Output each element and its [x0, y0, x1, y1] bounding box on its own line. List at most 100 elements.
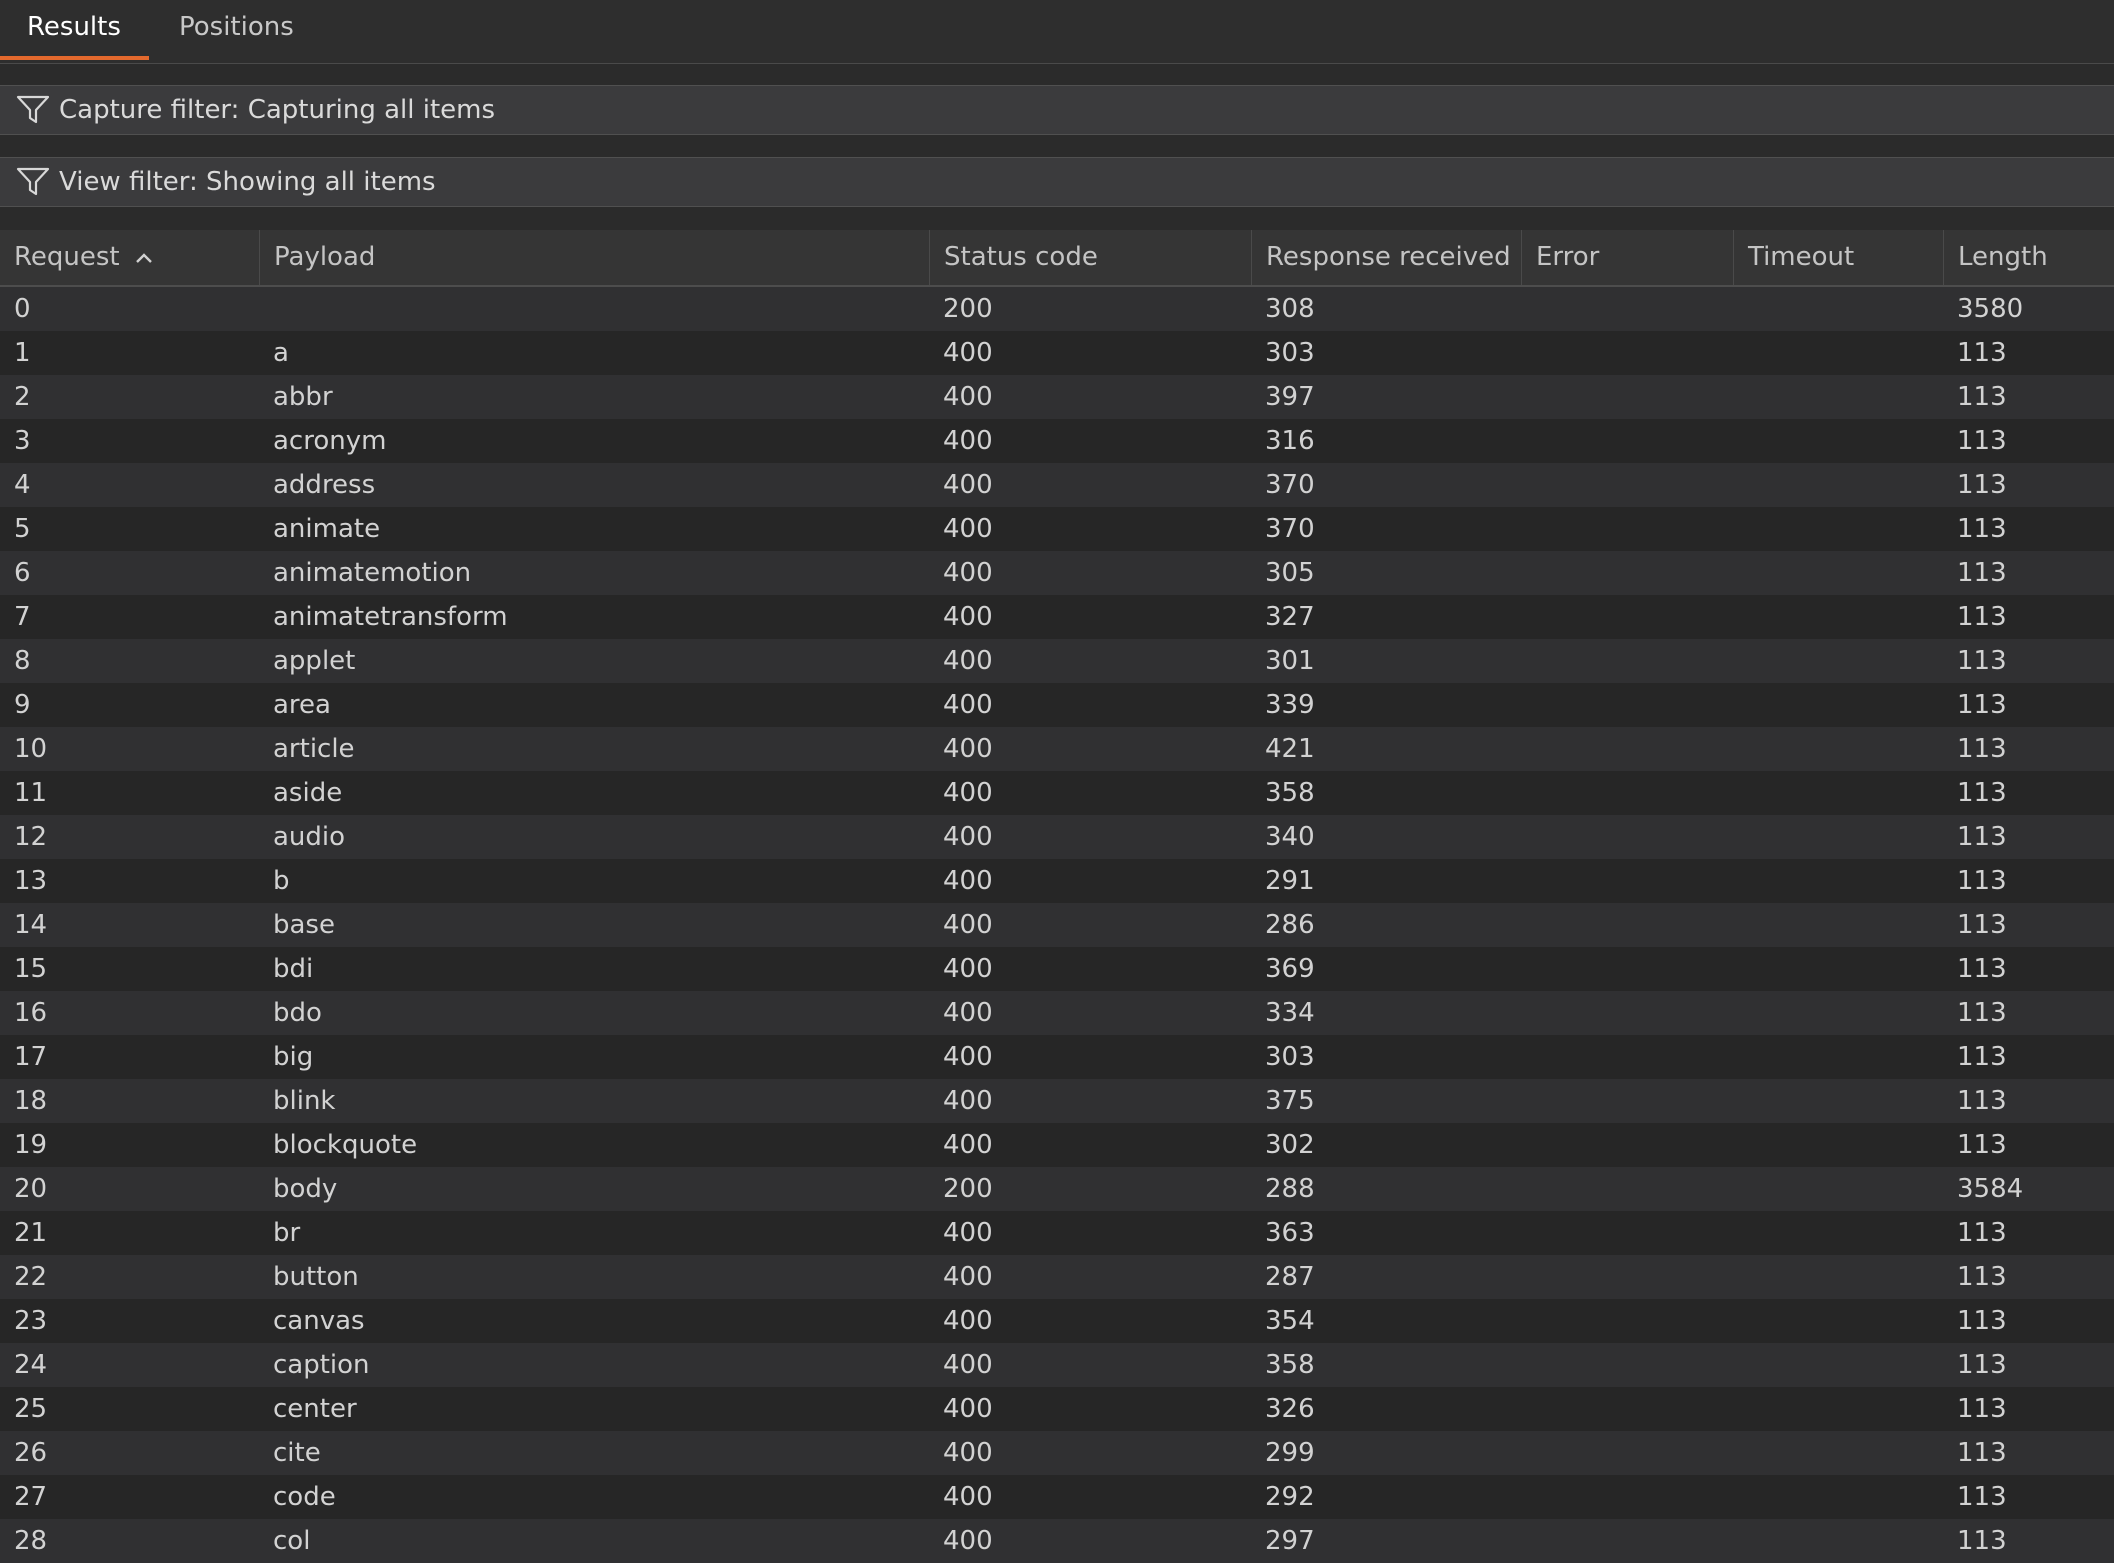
request-cell: 17	[14, 1042, 48, 1072]
table-row[interactable]: 13 b 400 291 113	[0, 859, 2114, 903]
response-received-cell: 340	[1265, 822, 1315, 852]
response-received-cell: 370	[1265, 470, 1315, 500]
response-received-cell: 326	[1265, 1394, 1315, 1424]
request-cell: 28	[14, 1526, 48, 1556]
length-cell: 113	[1957, 558, 2007, 588]
response-received-cell: 286	[1265, 910, 1315, 940]
length-cell: 113	[1957, 514, 2007, 544]
response-received-cell: 299	[1265, 1438, 1315, 1468]
response-received-cell: 302	[1265, 1130, 1315, 1160]
table-row[interactable]: 10 article 400 421 113	[0, 727, 2114, 771]
status-code-cell: 400	[943, 1482, 993, 1512]
funnel-icon	[16, 167, 50, 196]
response-received-cell: 421	[1265, 734, 1315, 764]
status-code-cell: 400	[943, 602, 993, 632]
payload-cell: abbr	[273, 382, 333, 412]
column-header-request[interactable]: Request	[0, 230, 266, 285]
table-row[interactable]: 9 area 400 339 113	[0, 683, 2114, 727]
table-body: 0 200 308 3580 1 a 400 303 113 2 abbr 400 397 113 3 acr…	[0, 287, 2114, 1563]
response-received-cell: 297	[1265, 1526, 1315, 1556]
column-header-response-received[interactable]: Response received	[1251, 230, 1528, 285]
column-header-payload[interactable]: Payload	[259, 230, 936, 285]
table-row[interactable]: 4 address 400 370 113	[0, 463, 2114, 507]
status-code-cell: 400	[943, 822, 993, 852]
response-received-cell: 287	[1265, 1262, 1315, 1292]
table-row[interactable]: 14 base 400 286 113	[0, 903, 2114, 947]
table-row[interactable]: 7 animatetransform 400 327 113	[0, 595, 2114, 639]
request-cell: 19	[14, 1130, 48, 1160]
payload-cell: blink	[273, 1086, 336, 1116]
capture-filter-bar[interactable]: Capture filter: Capturing all items	[0, 85, 2114, 135]
length-cell: 113	[1957, 338, 2007, 368]
status-code-cell: 400	[943, 1262, 993, 1292]
table-row[interactable]: 0 200 308 3580	[0, 287, 2114, 331]
table-row[interactable]: 22 button 400 287 113	[0, 1255, 2114, 1299]
status-code-cell: 400	[943, 690, 993, 720]
length-cell: 113	[1957, 998, 2007, 1028]
table-row[interactable]: 8 applet 400 301 113	[0, 639, 2114, 683]
table-row[interactable]: 5 animate 400 370 113	[0, 507, 2114, 551]
column-header-timeout[interactable]: Timeout	[1733, 230, 1950, 285]
length-cell: 113	[1957, 602, 2007, 632]
table-row[interactable]: 18 blink 400 375 113	[0, 1079, 2114, 1123]
table-row[interactable]: 15 bdi 400 369 113	[0, 947, 2114, 991]
length-cell: 113	[1957, 1306, 2007, 1336]
table-row[interactable]: 12 audio 400 340 113	[0, 815, 2114, 859]
tab-positions-label: Positions	[179, 12, 294, 42]
response-received-cell: 308	[1265, 294, 1315, 324]
response-received-cell: 397	[1265, 382, 1315, 412]
request-cell: 3	[14, 426, 31, 456]
view-filter-bar[interactable]: View filter: Showing all items	[0, 157, 2114, 207]
table-row[interactable]: 3 acronym 400 316 113	[0, 419, 2114, 463]
table-row[interactable]: 27 code 400 292 113	[0, 1475, 2114, 1519]
payload-cell: article	[273, 734, 355, 764]
table-row[interactable]: 21 br 400 363 113	[0, 1211, 2114, 1255]
view-filter-label: View filter: Showing all items	[59, 167, 436, 197]
response-received-cell: 354	[1265, 1306, 1315, 1336]
status-code-cell: 400	[943, 1350, 993, 1380]
response-received-cell: 301	[1265, 646, 1315, 676]
length-cell: 3580	[1957, 294, 2024, 324]
request-cell: 27	[14, 1482, 48, 1512]
request-cell: 21	[14, 1218, 48, 1248]
request-cell: 4	[14, 470, 31, 500]
table-row[interactable]: 24 caption 400 358 113	[0, 1343, 2114, 1387]
payload-cell: bdo	[273, 998, 322, 1028]
column-header-status-code[interactable]: Status code	[929, 230, 1258, 285]
column-header-timeout-label: Timeout	[1748, 242, 1855, 272]
request-cell: 16	[14, 998, 48, 1028]
table-row[interactable]: 25 center 400 326 113	[0, 1387, 2114, 1431]
response-received-cell: 303	[1265, 1042, 1315, 1072]
status-code-cell: 400	[943, 382, 993, 412]
chevron-up-icon	[136, 252, 152, 263]
table-row[interactable]: 26 cite 400 299 113	[0, 1431, 2114, 1475]
table-row[interactable]: 6 animatemotion 400 305 113	[0, 551, 2114, 595]
table-row[interactable]: 20 body 200 288 3584	[0, 1167, 2114, 1211]
table-row[interactable]: 2 abbr 400 397 113	[0, 375, 2114, 419]
table-row[interactable]: 1 a 400 303 113	[0, 331, 2114, 375]
status-code-cell: 400	[943, 338, 993, 368]
table-row[interactable]: 11 aside 400 358 113	[0, 771, 2114, 815]
payload-cell: animatemotion	[273, 558, 472, 588]
request-cell: 7	[14, 602, 31, 632]
response-received-cell: 327	[1265, 602, 1315, 632]
request-cell: 1	[14, 338, 31, 368]
status-code-cell: 400	[943, 1438, 993, 1468]
table-row[interactable]: 17 big 400 303 113	[0, 1035, 2114, 1079]
table-row[interactable]: 23 canvas 400 354 113	[0, 1299, 2114, 1343]
response-received-cell: 305	[1265, 558, 1315, 588]
tab-results[interactable]: Results	[0, 0, 149, 60]
table-row[interactable]: 16 bdo 400 334 113	[0, 991, 2114, 1035]
column-header-length[interactable]: Length	[1943, 230, 2114, 285]
request-cell: 13	[14, 866, 48, 896]
response-received-cell: 339	[1265, 690, 1315, 720]
column-header-error[interactable]: Error	[1521, 230, 1740, 285]
table-row[interactable]: 28 col 400 297 113	[0, 1519, 2114, 1563]
request-cell: 24	[14, 1350, 48, 1380]
length-cell: 113	[1957, 646, 2007, 676]
table-row[interactable]: 19 blockquote 400 302 113	[0, 1123, 2114, 1167]
payload-cell: base	[273, 910, 335, 940]
payload-cell: button	[273, 1262, 359, 1292]
length-cell: 113	[1957, 822, 2007, 852]
tab-positions[interactable]: Positions	[152, 0, 321, 60]
